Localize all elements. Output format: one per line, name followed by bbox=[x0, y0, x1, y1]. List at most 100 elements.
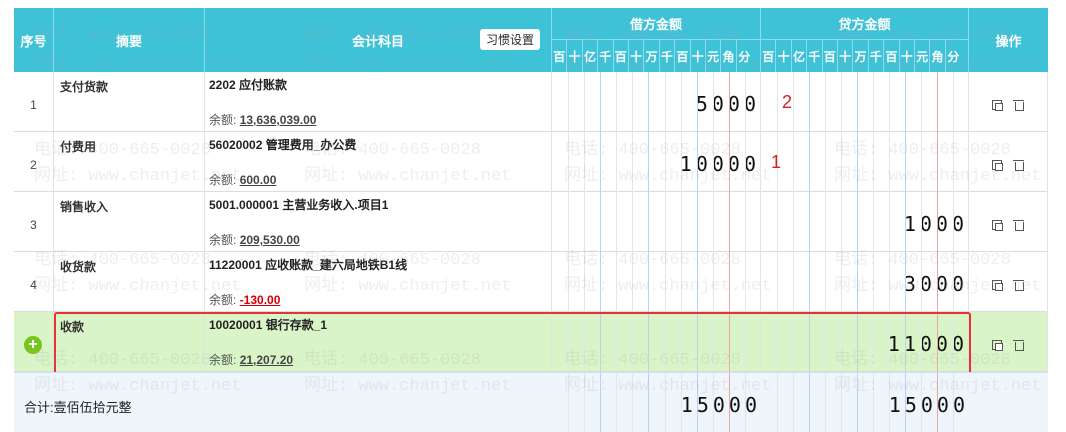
digit-gridline bbox=[809, 132, 810, 192]
row-index-text: 3 bbox=[30, 218, 37, 232]
digit-gridline bbox=[616, 312, 618, 372]
digit-gridline bbox=[953, 72, 954, 132]
add-row-icon[interactable]: + bbox=[24, 336, 42, 354]
digit-header-cell: 亿 bbox=[792, 40, 808, 72]
credit-amount: 3000 bbox=[903, 272, 968, 296]
digit-gridline bbox=[905, 72, 906, 132]
digit-gridline bbox=[889, 72, 890, 132]
copy-row-icon[interactable] bbox=[991, 99, 1003, 111]
digit-gridline bbox=[616, 252, 618, 312]
copy-row-icon[interactable] bbox=[991, 279, 1003, 291]
digit-header-cell: 角 bbox=[930, 40, 946, 72]
credit-cell[interactable]: 1000 bbox=[761, 192, 969, 252]
digit-gridline bbox=[600, 252, 602, 312]
digit-gridline bbox=[953, 192, 954, 252]
digit-gridline bbox=[905, 252, 906, 312]
digit-gridline bbox=[905, 132, 906, 192]
digit-header-cell: 千 bbox=[807, 40, 823, 72]
delete-row-icon[interactable] bbox=[1013, 339, 1025, 351]
account-name: 11220001 应收账款_建六局地铁B1线 bbox=[209, 258, 408, 272]
delete-row-icon[interactable] bbox=[1013, 99, 1025, 111]
digit-gridline bbox=[728, 132, 730, 192]
digit-header-cell: 万 bbox=[644, 40, 660, 72]
delete-row-icon[interactable] bbox=[1013, 279, 1025, 291]
credit-cell[interactable] bbox=[761, 132, 969, 192]
row-index-text: 2 bbox=[30, 158, 37, 172]
digit-gridline bbox=[793, 312, 794, 372]
digit-gridline bbox=[728, 72, 730, 132]
digit-gridline bbox=[793, 192, 794, 252]
voucher-row[interactable]: 收款 10020001 银行存款_1 余额: 21,207.20 11000 + bbox=[14, 312, 1048, 372]
credit-cell[interactable]: 11000 bbox=[761, 312, 969, 372]
row-index: 4 bbox=[14, 252, 54, 312]
digit-gridline bbox=[568, 252, 570, 312]
digit-header-cell: 千 bbox=[598, 40, 614, 72]
copy-row-icon[interactable] bbox=[991, 159, 1003, 171]
digit-gridline bbox=[889, 312, 890, 372]
voucher-row[interactable]: 3 销售收入 5001.000001 主营业务收入.项目1 余额: 209,53… bbox=[14, 192, 1048, 252]
digit-gridline bbox=[648, 312, 650, 372]
digit-gridline bbox=[873, 192, 874, 252]
digit-gridline bbox=[793, 72, 794, 132]
digit-gridline bbox=[632, 192, 634, 252]
digit-gridline bbox=[568, 132, 570, 192]
digit-header-cell: 百 bbox=[614, 40, 629, 72]
header-ops: 操作 bbox=[995, 33, 1022, 49]
digit-gridline bbox=[616, 192, 618, 252]
digit-gridline bbox=[921, 312, 922, 372]
row-index-text: 1 bbox=[30, 98, 37, 112]
credit-amount: 1000 bbox=[903, 212, 968, 236]
account-cell[interactable]: 2202 应付账款 余额: 13,636,039.00 bbox=[205, 72, 552, 132]
summary-cell[interactable]: 收货款 bbox=[54, 252, 205, 312]
digit-gridline bbox=[680, 72, 682, 132]
digit-gridline bbox=[632, 132, 634, 192]
digit-gridline bbox=[937, 72, 938, 132]
summary-cell[interactable]: 付费用 bbox=[54, 132, 205, 192]
credit-cell[interactable] bbox=[761, 72, 969, 132]
digit-gridline bbox=[744, 192, 746, 252]
voucher-row[interactable]: 4 收货款 11220001 应收账款_建六局地铁B1线 余额: -130.00… bbox=[14, 252, 1048, 312]
balance-label: 余额: bbox=[209, 293, 237, 307]
copy-row-icon[interactable] bbox=[991, 219, 1003, 231]
debit-cell[interactable] bbox=[552, 252, 761, 312]
voucher-row[interactable]: 1 支付货款 2202 应付账款 余额: 13,636,039.00 5000 … bbox=[14, 72, 1048, 132]
digit-gridline bbox=[616, 72, 618, 132]
delete-row-icon[interactable] bbox=[1013, 159, 1025, 171]
account-cell[interactable]: 11220001 应收账款_建六局地铁B1线 余额: -130.00 bbox=[205, 252, 552, 312]
digit-header-cell: 千 bbox=[660, 40, 676, 72]
voucher-row[interactable]: 2 付费用 56020002 管理费用_办公费 余额: 600.00 10000… bbox=[14, 132, 1048, 192]
digit-header-cell: 亿 bbox=[583, 40, 599, 72]
debit-cell[interactable] bbox=[552, 312, 761, 372]
credit-cell[interactable]: 3000 bbox=[761, 252, 969, 312]
habit-settings-button[interactable]: 习惯设置 bbox=[480, 29, 540, 50]
digit-gridline bbox=[937, 312, 938, 372]
digit-gridline bbox=[841, 252, 842, 312]
debit-digit-header: 百十亿千百十万千百十元角分 bbox=[552, 40, 761, 72]
digit-gridline bbox=[857, 132, 858, 192]
balance-value: -130.00 bbox=[239, 293, 281, 307]
digit-gridline bbox=[857, 192, 858, 252]
debit-cell[interactable] bbox=[552, 192, 761, 252]
account-name: 2202 应付账款 bbox=[209, 78, 288, 92]
digit-gridline bbox=[857, 252, 858, 312]
debit-cell[interactable]: 10000 bbox=[552, 132, 761, 192]
summary-cell[interactable]: 销售收入 bbox=[54, 192, 205, 252]
digit-gridline bbox=[648, 72, 650, 132]
summary-cell[interactable]: 支付货款 bbox=[54, 72, 205, 132]
digit-header-cell: 十 bbox=[567, 40, 583, 72]
account-cell[interactable]: 10020001 银行存款_1 余额: 21,207.20 bbox=[205, 312, 552, 372]
digit-header-cell: 十 bbox=[629, 40, 645, 72]
account-cell[interactable]: 5001.000001 主营业务收入.项目1 余额: 209,530.00 bbox=[205, 192, 552, 252]
digit-header-cell: 角 bbox=[721, 40, 737, 72]
delete-row-icon[interactable] bbox=[1013, 219, 1025, 231]
row-index-text: 4 bbox=[30, 278, 37, 292]
digit-gridline bbox=[809, 192, 810, 252]
account-cell[interactable]: 56020002 管理费用_办公费 余额: 600.00 bbox=[205, 132, 552, 192]
digit-gridline bbox=[696, 72, 698, 132]
digit-gridline bbox=[937, 132, 938, 192]
digit-gridline bbox=[841, 132, 842, 192]
copy-row-icon[interactable] bbox=[991, 339, 1003, 351]
digit-gridline bbox=[568, 72, 570, 132]
debit-cell[interactable]: 5000 bbox=[552, 72, 761, 132]
summary-cell[interactable]: 收款 bbox=[54, 312, 205, 372]
